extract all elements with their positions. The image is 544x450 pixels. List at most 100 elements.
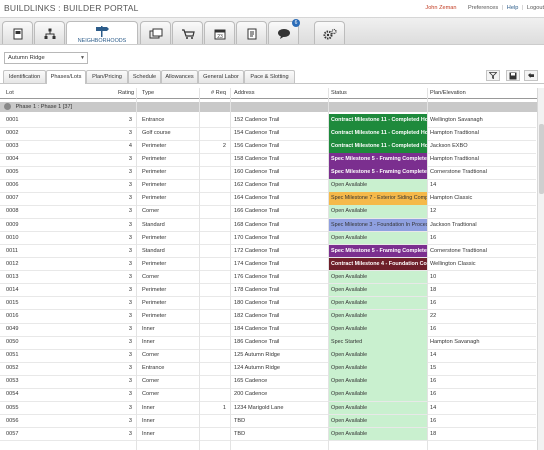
user-name[interactable]: John Zeman [425,5,456,11]
status-badge[interactable]: Open Available [329,179,427,192]
table-row[interactable]: 0010 3 Perimeter 170 Cadence Trail 16 Open Av… [0,231,536,246]
cell-rating: 3 [128,352,132,359]
table-row[interactable]: 0013 3 Corner 176 Cadence Trail 10 Open Avail… [0,270,536,285]
status-badge[interactable]: Contract Milestone 11 - Completed House [329,140,427,153]
table-row[interactable]: 0007 3 Perimeter 164 Cadence Trail Hampton C… [0,192,536,206]
cell-type: Perimeter [142,234,167,241]
tab-identification[interactable]: Identification [3,70,46,83]
help-link[interactable]: Help [507,5,519,11]
col-plan[interactable]: Plan/Elevation [430,90,466,96]
col-address[interactable]: Address [234,90,255,96]
nav-tab-products[interactable] [140,21,171,45]
collapse-toggle-icon[interactable] [4,103,11,111]
status-badge[interactable]: Open Available [329,388,427,401]
table-row[interactable]: 0056 3 Inner TBD 16 Open Available [0,414,536,429]
phase-group-row[interactable]: Phase 1 : Phase 1 [37] [0,102,540,112]
tab-pace-slotting[interactable]: Pace & Slotting [244,70,295,83]
cell-plan: Hampton Tradtional [430,130,479,137]
table-row[interactable]: 0011 3 Standard 172 Cadence Trail Cornerston… [0,244,536,259]
status-badge[interactable]: Open Available [329,231,427,245]
cell-type: Standard [142,221,165,228]
status-badge[interactable]: Spec Milestone 3 - Foundation In Process [329,218,427,232]
status-badge[interactable]: Open Available [329,401,427,415]
table-row[interactable]: 0005 3 Perimeter 160 Cadence Trail Cornersto… [0,166,536,180]
tab-plan-pricing[interactable]: Plan/Pricing [86,70,128,83]
table-row[interactable]: 0003 4 Perimeter 2 156 Cadence Trail Jackson … [0,140,536,154]
col-status[interactable]: Status [331,90,347,96]
nav-tab-org[interactable] [34,21,65,45]
status-badge[interactable]: Spec Milestone 5 - Framing Complete [329,153,427,166]
table-row[interactable]: 0012 3 Perimeter 174 Cadence Trail Wellingto… [0,257,536,272]
nav-tab-messages[interactable]: 6 [268,19,300,45]
col-rating[interactable]: Rating [118,90,134,96]
filter-tool-button[interactable] [486,70,500,81]
status-badge[interactable]: Open Available [329,270,427,284]
col-lot[interactable]: Lot [6,90,14,96]
status-badge[interactable]: Contract Milestone 11 - Completed House [329,114,427,127]
status-badge[interactable]: Open Available [329,349,427,362]
document-icon [13,28,22,39]
tab-schedule[interactable]: Schedule [128,70,161,83]
tab-allowances[interactable]: Allowances [161,70,198,83]
status-badge[interactable]: Open Available [329,323,427,336]
column-divider [199,88,200,450]
status-badge[interactable]: Open Available [329,375,427,388]
community-select[interactable]: Autumn Ridge ▼ [4,52,88,64]
tab-general-labor[interactable]: General Labor [198,70,244,83]
status-badge[interactable]: Open Available [329,414,427,428]
table-row[interactable]: 0002 3 Golf course 154 Cadence Trail Hampton… [0,127,536,141]
undo-button[interactable] [524,70,538,81]
table-row[interactable]: 0008 3 Corner 166 Cadence Trail 12 Open Avail… [0,205,536,219]
status-badge[interactable]: Spec Milestone 5 - Framing Complete [329,166,427,179]
col-type[interactable]: Type [142,90,154,96]
table-row[interactable]: 0006 3 Perimeter 162 Cadence Trail 14 Open Av… [0,179,536,193]
table-row[interactable]: 0015 3 Perimeter 180 Cadence Trail 16 Open Av… [0,296,536,311]
table-row[interactable]: 0004 3 Perimeter 158 Cadence Trail Hampton T… [0,153,536,167]
save-button[interactable] [506,70,520,81]
cell-rating: 3 [128,208,132,215]
status-badge[interactable]: Contract Milestone 11 - Completed House [329,127,427,140]
table-row[interactable]: 0054 3 Corner 200 Cadence 16 Open Available [0,388,536,402]
nav-tab-home[interactable] [2,21,33,45]
table-row[interactable]: 0009 3 Standard 168 Cadence Trail Jackson Tr… [0,218,536,233]
status-badge[interactable]: Open Available [329,283,427,297]
vertical-scrollbar[interactable] [537,88,544,450]
table-row[interactable]: 0049 3 Inner 184 Cadence Trail 16 Open Availa… [0,323,536,337]
scrollbar-thumb[interactable] [539,124,544,194]
col-req[interactable]: # Req [211,90,226,96]
cell-type: Perimeter [142,260,167,267]
table-row[interactable]: 0014 3 Perimeter 178 Cadence Trail 18 Open Av… [0,283,536,298]
cell-address: 164 Cadence Trail [234,195,280,202]
cell-rating: 3 [128,117,132,123]
logout-link[interactable]: Logout [527,5,544,11]
nav-tab-cart[interactable] [172,21,203,45]
preferences-link[interactable]: Preferences [468,5,498,11]
table-row[interactable]: 0016 3 Perimeter 182 Cadence Trail 22 Open Av… [0,310,536,324]
table-row[interactable]: 0052 3 Entrance 124 Autumn Ridge 15 Open Avai… [0,362,536,376]
cell-lot: 0006 [6,182,19,189]
table-row[interactable]: 0050 3 Inner 186 Cadence Trail Hampton Savan… [0,336,536,350]
status-badge[interactable]: Spec Milestone 7 - Exterior Siding Compl… [329,192,427,205]
status-badge[interactable]: Contract Milestone 4 - Foundation Comple… [329,257,427,271]
status-badge[interactable]: Open Available [329,296,427,310]
nav-tab-reports[interactable] [236,21,267,45]
nav-tab-neighborhoods[interactable]: NEIGHBORHOODS [66,21,138,46]
table-row[interactable]: 0057 3 Inner TBD 18 Open Available [0,427,536,442]
status-badge[interactable]: Open Available [329,205,427,218]
table-row[interactable]: 0001 3 Entrance 152 Cadence Trail Wellington… [0,114,536,128]
cell-address: 200 Cadence [234,391,268,398]
cell-address: 160 Cadence Trail [234,169,280,176]
table-row[interactable]: 0055 3 Inner 1 1234 Marigold Lane 14 Open Avai… [0,401,536,416]
tab-phases-lots[interactable]: Phases/Lots [46,70,86,84]
status-badge[interactable]: Open Available [329,310,427,323]
status-badge[interactable]: Open Available [329,362,427,375]
nav-tab-calendar[interactable]: 23 [204,21,235,45]
table-row[interactable]: 0051 3 Corner 125 Autumn Ridge 14 Open Availa… [0,349,536,363]
status-badge[interactable]: Spec Milestone 5 - Framing Complete [329,244,427,258]
table-row[interactable]: 0053 3 Corner 165 Cadence 16 Open Available [0,375,536,389]
status-badge[interactable]: Open Available [329,427,427,441]
nav-tab-settings[interactable] [314,21,345,45]
cell-plan: 16 [430,378,437,385]
cell-rating: 3 [128,417,132,424]
status-badge[interactable]: Spec Started [329,336,427,349]
